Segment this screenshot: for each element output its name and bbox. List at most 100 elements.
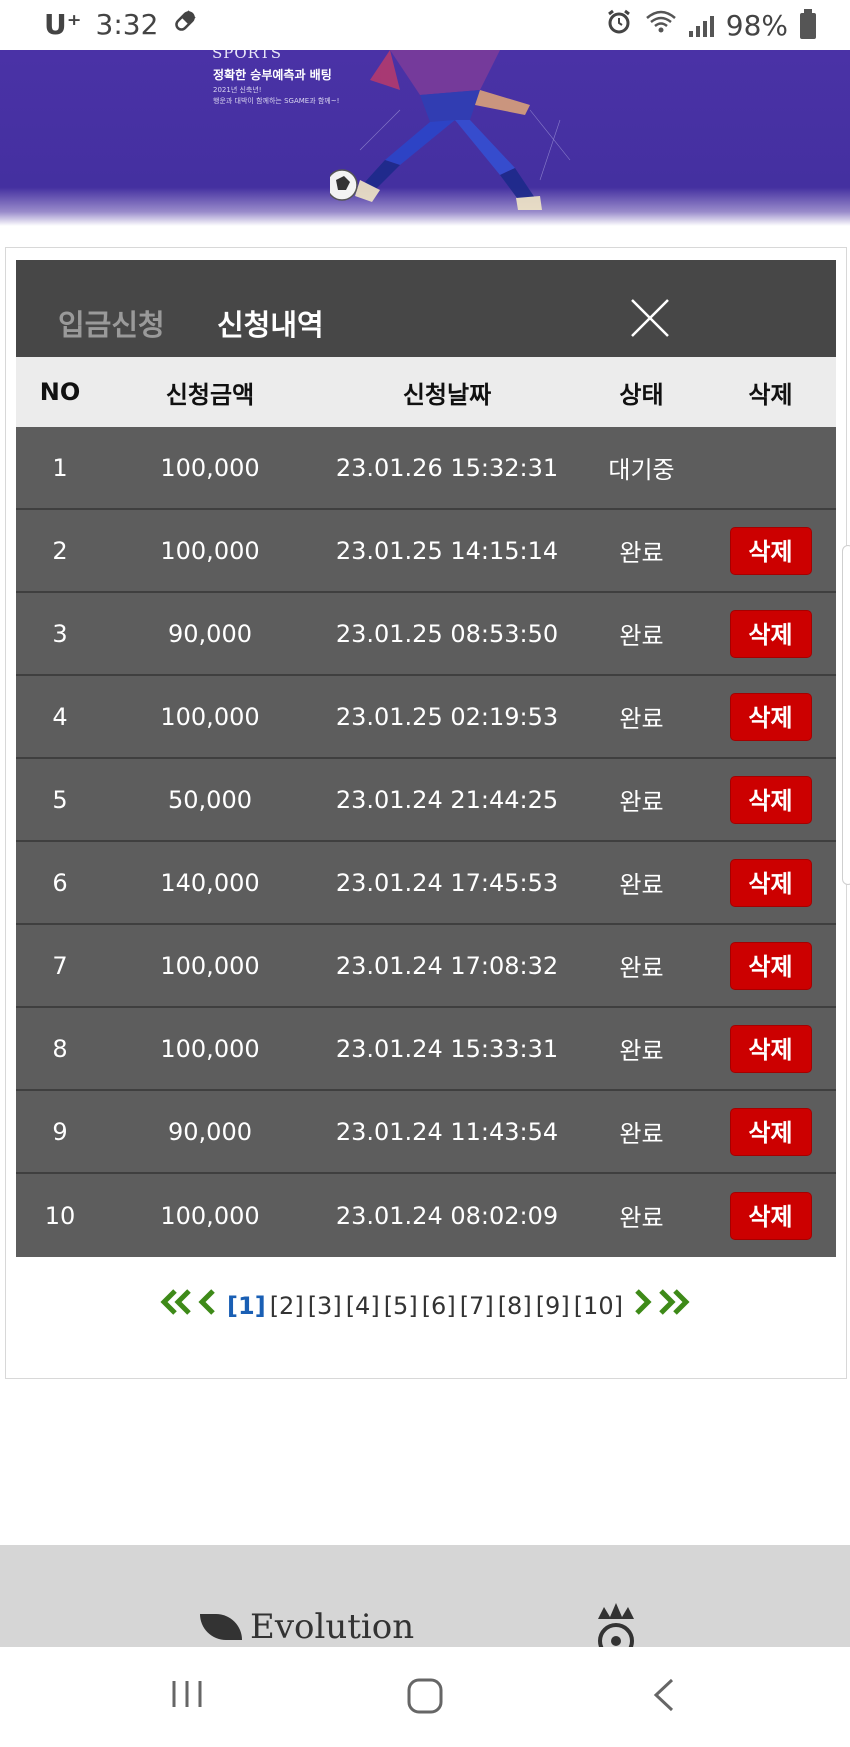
evolution-logo-text: Evolution — [250, 1607, 415, 1647]
delete-button[interactable]: 삭제 — [729, 858, 812, 907]
column-header-date: 신청날짜 — [402, 380, 492, 409]
table-row: 9 90,000 23.01.24 11:43:54 완료 삭제 — [16, 1091, 836, 1174]
table-row: 4 100,000 23.01.25 02:19:53 완료 삭제 — [16, 676, 836, 759]
row-no: 7 — [52, 951, 68, 980]
first-page-icon[interactable] — [159, 1288, 193, 1324]
row-amount: 50,000 — [168, 785, 252, 814]
carrier-label: U⁺ — [44, 8, 82, 41]
row-date: 23.01.24 15:33:31 — [335, 1034, 559, 1063]
row-no: 2 — [52, 536, 68, 565]
wifi-icon — [645, 9, 677, 42]
row-date: 23.01.24 17:08:32 — [335, 951, 559, 980]
table-row: 1 100,000 23.01.26 15:32:31 대기중 — [16, 427, 836, 510]
page-link[interactable]: [7] — [460, 1292, 494, 1320]
row-status: 완료 — [619, 1120, 664, 1148]
battery-icon — [800, 8, 816, 39]
row-date: 23.01.24 08:02:09 — [335, 1201, 559, 1230]
column-header-delete: 삭제 — [748, 380, 793, 409]
deposit-modal: 입금신청 신청내역 NO 신청금액 신청날짜 상태 삭제 1 100,000 2… — [16, 260, 836, 1257]
row-status: 완료 — [619, 1204, 664, 1232]
page-link-current[interactable]: [1] — [227, 1292, 266, 1320]
page-link[interactable]: [5] — [384, 1292, 418, 1320]
column-header-no: NO — [39, 378, 81, 406]
row-no: 9 — [52, 1117, 68, 1146]
banner-brand: SPORTS — [212, 50, 282, 62]
row-no: 1 — [52, 453, 68, 482]
page-link[interactable]: [2] — [270, 1292, 304, 1320]
table-row: 5 50,000 23.01.24 21:44:25 완료 삭제 — [16, 759, 836, 842]
back-icon[interactable] — [650, 1677, 678, 1717]
row-amount: 140,000 — [160, 868, 260, 897]
provider-footer: Evolution — [0, 1545, 850, 1647]
page-link[interactable]: [4] — [346, 1292, 380, 1320]
sports-banner[interactable]: SPORTS 정확한 승부예측과 배팅 2021년 신축년! 행운과 대박이 함… — [0, 50, 850, 226]
row-status: 완료 — [619, 1037, 664, 1065]
delete-button[interactable]: 삭제 — [729, 526, 812, 575]
row-no: 10 — [44, 1201, 76, 1230]
tab-deposit-request[interactable]: 입금신청 — [58, 302, 165, 344]
evolution-logo: Evolution — [200, 1607, 414, 1647]
recent-apps-icon[interactable] — [170, 1677, 204, 1715]
row-amount: 100,000 — [160, 453, 260, 482]
delete-button[interactable]: 삭제 — [729, 609, 812, 658]
banner-subline-1: 2021년 신축년! — [213, 86, 262, 94]
clock: 3:32 — [95, 8, 159, 41]
delete-button[interactable]: 삭제 — [729, 775, 812, 824]
row-status: 완료 — [619, 954, 664, 982]
row-status: 완료 — [619, 871, 664, 899]
last-page-icon[interactable] — [657, 1288, 691, 1324]
banner-headline: 정확한 승부예측과 배팅 — [213, 68, 332, 82]
row-amount: 90,000 — [168, 619, 252, 648]
scrollbar-handle[interactable] — [842, 545, 850, 885]
column-header-status: 상태 — [619, 380, 664, 409]
table-row: 2 100,000 23.01.25 14:15:14 완료 삭제 — [16, 510, 836, 593]
delete-button[interactable]: 삭제 — [729, 941, 812, 990]
delete-button[interactable]: 삭제 — [729, 1107, 812, 1156]
page-link[interactable]: [8] — [498, 1292, 532, 1320]
table-row: 10 100,000 23.01.24 08:02:09 완료 삭제 — [16, 1174, 836, 1257]
table-row: 7 100,000 23.01.24 17:08:32 완료 삭제 — [16, 925, 836, 1008]
row-no: 8 — [52, 1034, 68, 1063]
row-no: 5 — [52, 785, 68, 814]
row-status: 완료 — [619, 539, 664, 567]
row-date: 23.01.26 15:32:31 — [335, 453, 559, 482]
row-status: 완료 — [619, 622, 664, 650]
table-body: 1 100,000 23.01.26 15:32:31 대기중 2 100,00… — [16, 427, 836, 1257]
row-date: 23.01.24 11:43:54 — [335, 1117, 559, 1146]
banner-subline-2: 행운과 대박이 함께하는 SGAME과 함께~! — [213, 97, 340, 105]
page-link[interactable]: [3] — [308, 1292, 342, 1320]
row-status: 완료 — [619, 705, 664, 733]
delete-button[interactable]: 삭제 — [729, 1191, 812, 1240]
row-date: 23.01.25 08:53:50 — [335, 619, 559, 648]
row-amount: 100,000 — [160, 1034, 260, 1063]
row-no: 3 — [52, 619, 68, 648]
table-row: 3 90,000 23.01.25 08:53:50 완료 삭제 — [16, 593, 836, 676]
prev-page-icon[interactable] — [197, 1288, 217, 1324]
pill-icon — [172, 8, 198, 41]
page-link[interactable]: [9] — [536, 1292, 570, 1320]
row-amount: 90,000 — [168, 1117, 252, 1146]
row-amount: 100,000 — [160, 951, 260, 980]
row-date: 23.01.25 02:19:53 — [335, 702, 559, 731]
table-header: NO 신청금액 신청날짜 상태 삭제 — [16, 357, 836, 427]
column-header-amount: 신청금액 — [165, 380, 255, 409]
page-link[interactable]: [10] — [574, 1292, 623, 1320]
delete-button[interactable]: 삭제 — [729, 692, 812, 741]
row-status: 대기중 — [608, 456, 675, 484]
pagination: [1] [2] [3] [4] [5] [6] [7] [8] [9] [10] — [0, 1288, 850, 1324]
next-page-icon[interactable] — [633, 1288, 653, 1324]
delete-button[interactable]: 삭제 — [729, 1024, 812, 1073]
page-link[interactable]: [6] — [422, 1292, 456, 1320]
alarm-icon — [605, 8, 633, 43]
close-icon[interactable] — [628, 296, 672, 340]
home-icon[interactable] — [406, 1677, 444, 1719]
row-date: 23.01.25 14:15:14 — [335, 536, 559, 565]
row-date: 23.01.24 17:45:53 — [335, 868, 559, 897]
row-status: 완료 — [619, 788, 664, 816]
android-nav-bar — [0, 1647, 850, 1747]
tab-request-history[interactable]: 신청내역 — [217, 302, 324, 344]
modal-header: 입금신청 신청내역 — [16, 260, 836, 357]
row-amount: 100,000 — [160, 1201, 260, 1230]
table-row: 8 100,000 23.01.24 15:33:31 완료 삭제 — [16, 1008, 836, 1091]
row-amount: 100,000 — [160, 536, 260, 565]
